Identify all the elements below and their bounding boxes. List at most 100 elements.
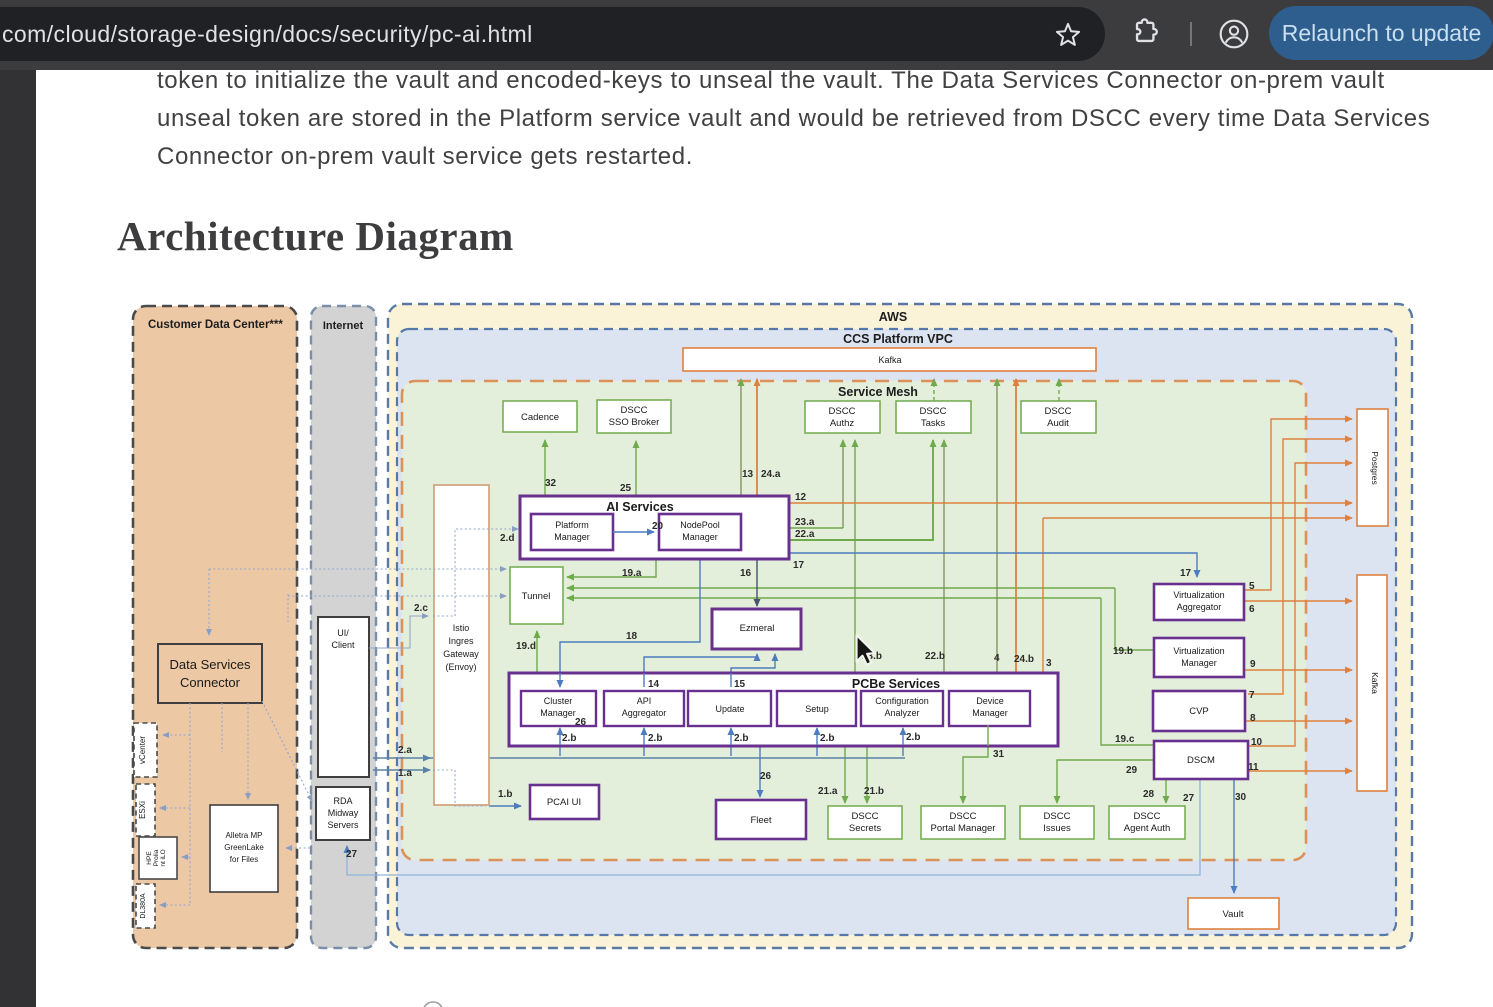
svg-text:DSCC: DSCC [852, 811, 879, 822]
svg-text:Update: Update [715, 704, 744, 714]
svg-text:Audit: Audit [1047, 418, 1069, 429]
svg-text:vCenter: vCenter [138, 736, 147, 764]
svg-text:Manager: Manager [1181, 658, 1217, 668]
svg-text:Manager: Manager [554, 532, 590, 542]
svg-text:CCS Platform VPC: CCS Platform VPC [843, 332, 953, 346]
svg-text:DSCC: DSCC [621, 405, 648, 416]
svg-text:Kafka: Kafka [1370, 672, 1380, 694]
svg-text:26: 26 [760, 771, 772, 782]
svg-text:Postgres: Postgres [1370, 451, 1380, 485]
svg-text:25: 25 [620, 483, 632, 494]
svg-text:Configuration: Configuration [875, 696, 929, 706]
svg-text:Vault: Vault [1223, 909, 1244, 920]
svg-text:1.a: 1.a [398, 768, 412, 779]
svg-text:Issues: Issues [1043, 823, 1071, 834]
svg-text:AI Services: AI Services [606, 500, 673, 514]
svg-text:22.b: 22.b [925, 651, 945, 662]
svg-text:3: 3 [1046, 658, 1052, 669]
svg-text:Tunnel: Tunnel [522, 591, 551, 602]
svg-text:Manager: Manager [682, 532, 718, 542]
svg-text:SSO Broker: SSO Broker [609, 417, 660, 428]
svg-text:HPE: HPE [146, 851, 153, 865]
svg-text:11: 11 [1248, 762, 1259, 773]
svg-text:13: 13 [742, 469, 754, 480]
svg-text:21.b: 21.b [864, 786, 884, 797]
svg-text:Midway: Midway [328, 808, 359, 818]
svg-text:9: 9 [1250, 659, 1256, 670]
svg-text:29: 29 [1126, 765, 1138, 776]
svg-text:Manager: Manager [540, 708, 576, 718]
svg-text:nt iLO: nt iLO [160, 849, 167, 866]
svg-text:2.b: 2.b [562, 733, 576, 744]
svg-text:6: 6 [1249, 604, 1255, 615]
svg-text:19.c: 19.c [1115, 734, 1135, 745]
svg-text:Kafka: Kafka [878, 355, 901, 365]
svg-text:31: 31 [993, 749, 1005, 760]
svg-text:Manager: Manager [972, 708, 1008, 718]
svg-text:Customer Data Center***: Customer Data Center*** [148, 319, 283, 331]
svg-text:Fleet: Fleet [750, 815, 771, 826]
svg-text:Portal Manager: Portal Manager [931, 823, 996, 834]
svg-text:2.d: 2.d [500, 533, 514, 544]
svg-text:Internet: Internet [323, 320, 364, 332]
svg-text:Secrets: Secrets [849, 823, 881, 834]
svg-text:2.b: 2.b [734, 733, 748, 744]
svg-text:DSCC: DSCC [950, 811, 977, 822]
svg-text:27: 27 [346, 849, 358, 860]
svg-text:4: 4 [994, 653, 1000, 664]
svg-text:14: 14 [648, 679, 660, 690]
svg-text:32: 32 [545, 478, 557, 489]
svg-text:17: 17 [793, 560, 805, 571]
svg-text:Aggregator: Aggregator [622, 708, 667, 718]
svg-text:Connector: Connector [180, 675, 241, 690]
svg-text:ESXi: ESXi [138, 801, 147, 819]
svg-text:NodePool: NodePool [680, 520, 720, 530]
svg-text:2.b: 2.b [648, 733, 662, 744]
svg-text:DSCC: DSCC [1044, 811, 1071, 822]
svg-text:10: 10 [1251, 737, 1263, 748]
svg-text:RDA: RDA [333, 796, 352, 806]
svg-text:UI/: UI/ [337, 628, 349, 638]
svg-text:PCAI UI: PCAI UI [547, 797, 581, 808]
svg-text:API: API [637, 696, 652, 706]
svg-text:12: 12 [795, 492, 807, 503]
svg-text:2.a: 2.a [398, 745, 412, 756]
svg-text:Servers: Servers [327, 820, 359, 830]
svg-text:28: 28 [1143, 789, 1155, 800]
svg-text:Client: Client [331, 640, 355, 650]
svg-text:DSCC: DSCC [920, 406, 947, 417]
svg-text:(Envoy): (Envoy) [445, 662, 476, 672]
svg-text:22.a: 22.a [795, 529, 815, 540]
svg-text:2.b: 2.b [820, 733, 834, 744]
svg-text:DSCM: DSCM [1187, 755, 1215, 766]
svg-text:DL380A: DL380A [140, 893, 147, 919]
svg-text:19.a: 19.a [622, 568, 642, 579]
svg-text:DSCC: DSCC [829, 406, 856, 417]
svg-text:Agent Auth: Agent Auth [1124, 823, 1170, 834]
svg-text:19.b: 19.b [1113, 646, 1133, 657]
svg-text:Ezmeral: Ezmeral [740, 623, 775, 634]
svg-text:20: 20 [652, 521, 664, 532]
svg-text:27: 27 [1183, 793, 1195, 804]
svg-text:30: 30 [1235, 792, 1247, 803]
svg-text:Data Services: Data Services [170, 657, 251, 672]
svg-text:23.a: 23.a [795, 517, 815, 528]
svg-text:17: 17 [1180, 568, 1192, 579]
svg-text:5: 5 [1249, 581, 1255, 592]
svg-text:Virtualization: Virtualization [1173, 646, 1224, 656]
svg-text:Analyzer: Analyzer [884, 708, 919, 718]
svg-text:DSCC: DSCC [1134, 811, 1161, 822]
svg-text:19.d: 19.d [516, 641, 536, 652]
svg-text:15: 15 [734, 679, 746, 690]
svg-text:26: 26 [575, 717, 587, 728]
svg-text:Setup: Setup [805, 704, 829, 714]
svg-text:Authz: Authz [830, 418, 855, 429]
svg-text:for Files: for Files [230, 855, 258, 864]
svg-text:Ingres: Ingres [448, 636, 474, 646]
svg-text:24.b: 24.b [1014, 654, 1034, 665]
svg-text:GreenLake: GreenLake [224, 843, 264, 852]
svg-text:1.b: 1.b [498, 789, 512, 800]
svg-text:Cluster: Cluster [544, 696, 573, 706]
svg-text:18: 18 [626, 631, 638, 642]
svg-text:16: 16 [740, 568, 752, 579]
